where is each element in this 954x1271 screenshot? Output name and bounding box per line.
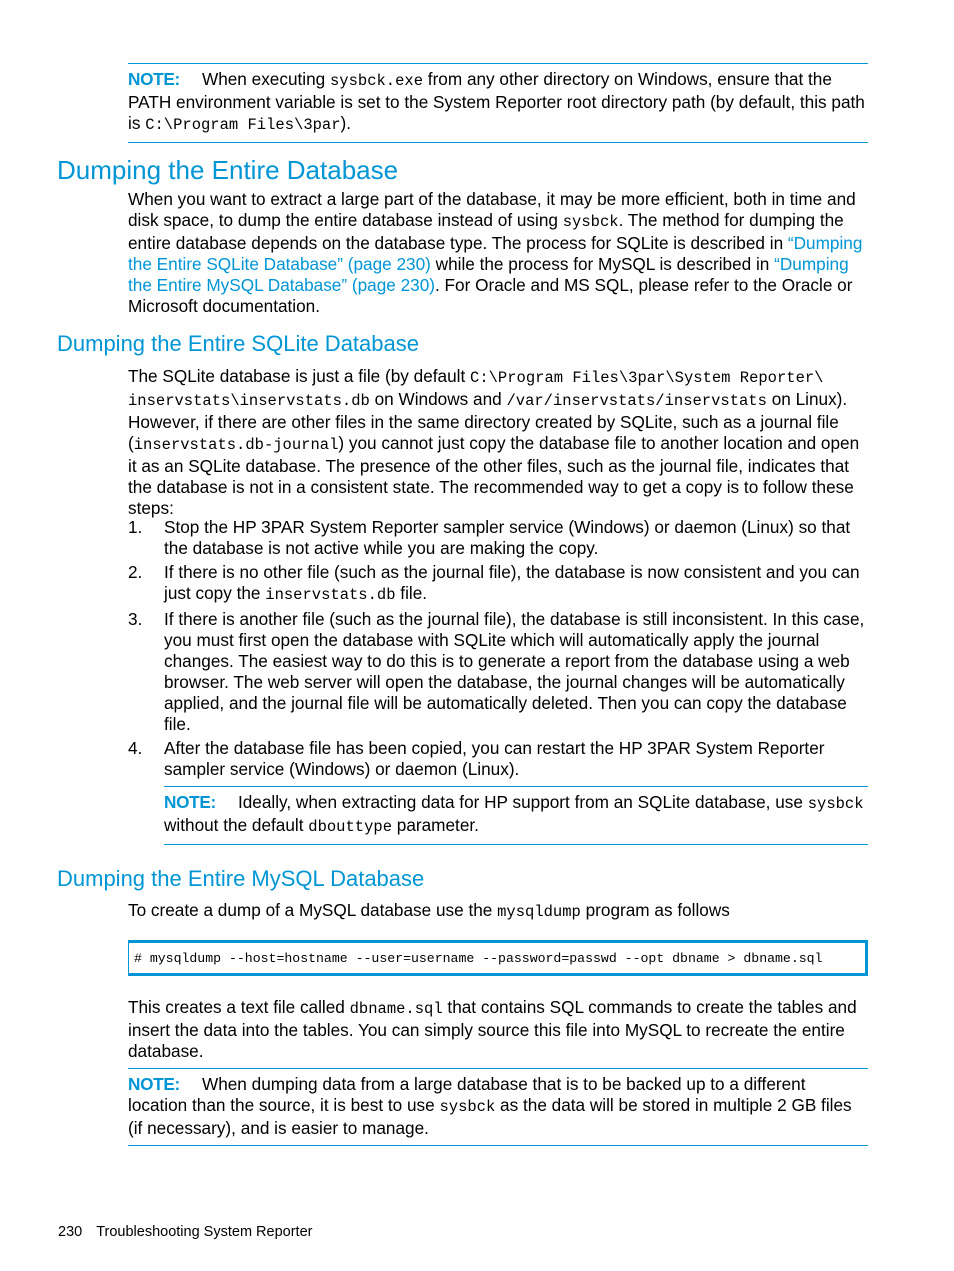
- section2-paragraph: The SQLite database is just a file (by d…: [128, 366, 860, 518]
- section1-paragraph: When you want to extract a large part of…: [128, 189, 863, 316]
- note-label: NOTE:: [128, 69, 180, 89]
- page-footer: 230 Troubleshooting System Reporter: [58, 1222, 312, 1243]
- chapter-title: Troubleshooting System Reporter: [96, 1224, 313, 1240]
- list-item: 2. If there is no other file (such as the…: [128, 562, 860, 604]
- section-title-sqlite: Dumping the Entire SQLite Database: [57, 331, 419, 356]
- code-path: C:\Program Files\3par: [145, 116, 341, 134]
- section-title-mysql: Dumping the Entire MySQL Database: [57, 866, 425, 891]
- note-sqlite-support: NOTE: Ideally, when extracting data for H…: [164, 786, 868, 845]
- note-path: NOTE: When executing sysbck.exe from any …: [128, 63, 868, 143]
- note-label: NOTE:: [164, 792, 216, 812]
- steps-list: 1. Stop the HP 3PAR System Reporter sampl…: [128, 517, 868, 783]
- code-sysbck-exe: sysbck.exe: [330, 72, 424, 90]
- note-label: NOTE:: [128, 1074, 180, 1094]
- section3-paragraph: To create a dump of a MySQL database use…: [128, 900, 730, 921]
- page-number: 230: [58, 1224, 83, 1240]
- list-item: 4. After the database file has been copie…: [128, 738, 825, 779]
- note-large-database: NOTE: When dumping data from a large data…: [128, 1068, 868, 1146]
- code-command: # mysqldump --host=hostname --user=usern…: [134, 950, 823, 966]
- list-item: 3. If there is another file (such as the …: [128, 609, 865, 734]
- list-item: 1. Stop the HP 3PAR System Reporter sampl…: [128, 517, 851, 558]
- code-block-mysqldump: # mysqldump --host=hostname --user=usern…: [128, 940, 868, 976]
- section-title-dumping-entire-database: Dumping the Entire Database: [57, 155, 399, 185]
- section3-paragraph-2: This creates a text file called dbname.s…: [128, 997, 857, 1061]
